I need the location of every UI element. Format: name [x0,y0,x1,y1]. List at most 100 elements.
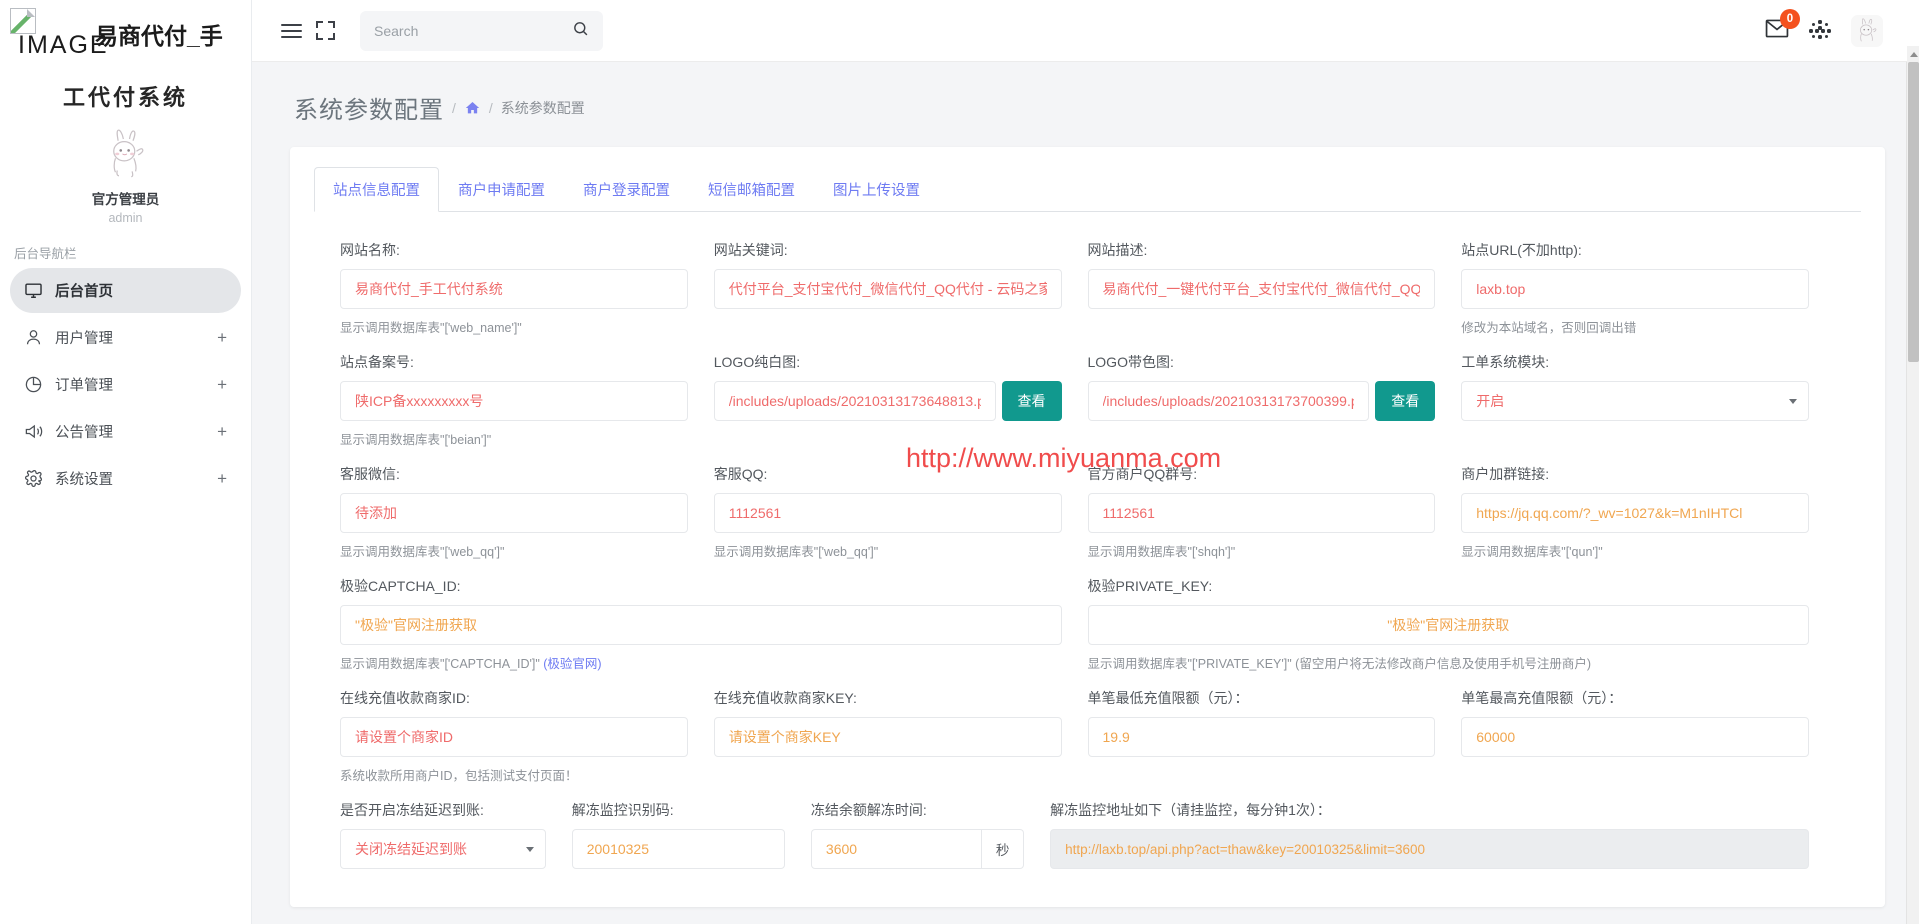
breadcrumb-separator: / [489,100,493,116]
field-max-recharge: 单笔最高充值限额（元）： [1461,688,1835,784]
settings-card: 站点信息配置 商户申请配置 商户登录配置 短信邮箱配置 图片上传设置 网站名称:… [290,147,1885,907]
page-header: 系统参数配置 / / 系统参数配置 [290,62,1885,147]
form-row-recharge: 在线充值收款商家ID: 系统收款所用商户ID，包括测试支付页面！ 在线充值收款商… [340,688,1835,784]
sidebar-item-expand[interactable]: + [217,329,227,346]
sidebar-item-dashboard[interactable]: 后台首页 [10,268,241,313]
breadcrumb-current: 系统参数配置 [501,98,585,118]
field-merchant-id: 在线充值收款商家ID: 系统收款所用商户ID，包括测试支付页面！ [340,688,714,784]
join-group-url-input[interactable] [1461,493,1809,533]
field-help: 显示调用数据库表"['shqh']" [1088,541,1436,560]
work-order-select[interactable]: 开启 关闭 [1461,381,1809,421]
menu-toggle-button[interactable] [274,14,308,48]
beian-input[interactable] [340,381,688,421]
site-url-input[interactable] [1461,269,1809,309]
field-min-recharge: 单笔最低充值限额（元）： [1088,688,1462,784]
search-icon[interactable] [572,20,589,42]
field-official-qq-group: 官方商户QQ群号: 显示调用数据库表"['shqh']" [1088,464,1462,560]
field-merchant-key: 在线充值收款商家KEY: [714,688,1088,784]
sidebar-item-system-settings[interactable]: 系统设置 + [10,456,241,501]
tab-site-info[interactable]: 站点信息配置 [314,167,439,212]
max-recharge-input[interactable] [1461,717,1809,757]
apps-grid-button[interactable] [1809,20,1831,42]
search-input[interactable] [374,23,572,39]
sidebar-brand[interactable]: IMAGE 易商代付_手 [0,0,251,62]
logo-white-view-button[interactable]: 查看 [1002,381,1062,421]
web-keywords-input[interactable] [714,269,1062,309]
merchant-key-input[interactable] [714,717,1062,757]
field-label: LOGO带色图: [1088,352,1436,372]
sidebar-item-user-management[interactable]: 用户管理 + [10,315,241,360]
field-thaw-url: 解冻监控地址如下（请挂监控，每分钟1次）： [1050,800,1835,869]
field-help: 系统收款所用商户ID，包括测试支付页面！ [340,765,688,784]
avatar-wrapper [0,124,251,182]
captcha-id-input[interactable] [340,605,1062,645]
thaw-code-input[interactable] [572,829,785,869]
home-icon[interactable] [464,100,481,116]
kefu-qq-input[interactable] [714,493,1062,533]
web-description-input[interactable] [1088,269,1436,309]
tab-image-upload[interactable]: 图片上传设置 [814,167,939,212]
field-label: LOGO纯白图: [714,352,1062,372]
logo-color-input[interactable] [1088,381,1370,421]
site-info-form: 网站名称: 显示调用数据库表"['web_name']" 网站关键词: 网站描述… [316,212,1859,869]
avatar[interactable] [97,124,155,182]
official-qq-group-input[interactable] [1088,493,1436,533]
field-join-group-url: 商户加群链接: 显示调用数据库表"['qun']" [1461,464,1835,560]
tab-merchant-application[interactable]: 商户申请配置 [439,167,564,212]
field-help: 显示调用数据库表"['qun']" [1461,541,1809,560]
field-help: 显示调用数据库表"['CAPTCHA_ID']" (极验官网) [340,653,1062,672]
logo-white-input[interactable] [714,381,996,421]
form-row-captcha: 极验CAPTCHA_ID: 显示调用数据库表"['CAPTCHA_ID']" (… [340,576,1835,672]
field-label: 客服QQ: [714,464,1062,484]
sidebar-nav: 后台首页 用户管理 + 订单管理 + 公告管 [0,268,251,501]
tab-merchant-login[interactable]: 商户登录配置 [564,167,689,212]
geetest-official-link[interactable]: (极验官网) [543,657,601,671]
messages-button[interactable]: 0 [1765,19,1789,43]
merchant-id-input[interactable] [340,717,688,757]
form-row-freeze: 是否开启冻结延迟到账: 关闭冻结延迟到账 开启冻结延迟到账 解冻监控识别码: [340,800,1835,869]
form-row-logo: 站点备案号: 显示调用数据库表"['beian']" LOGO纯白图: 查看 [340,352,1835,448]
field-label: 极验CAPTCHA_ID: [340,576,1062,596]
field-label: 在线充值收款商家ID: [340,688,688,708]
nav-section-label: 后台导航栏 [0,225,251,268]
megaphone-icon [24,422,43,441]
thaw-time-unit: 秒 [982,829,1024,869]
search-box[interactable] [360,11,603,51]
thaw-url-input[interactable] [1050,829,1809,869]
sidebar-item-label: 后台首页 [55,280,215,301]
field-label: 站点备案号: [340,352,688,372]
min-recharge-input[interactable] [1088,717,1436,757]
fullscreen-button[interactable] [308,14,342,48]
field-label: 商户加群链接: [1461,464,1809,484]
sidebar-item-expand[interactable]: + [217,423,227,440]
field-help-text: 显示调用数据库表"['CAPTCHA_ID']" [340,657,543,671]
field-kefu-wechat: 客服微信: 显示调用数据库表"['web_qq']" [340,464,714,560]
tab-sms-email[interactable]: 短信邮箱配置 [689,167,814,212]
sidebar-item-expand[interactable]: + [217,470,227,487]
field-help: 显示调用数据库表"['PRIVATE_KEY']" (留空用户将无法修改商户信息… [1088,653,1810,672]
kefu-wechat-input[interactable] [340,493,688,533]
field-label: 网站关键词: [714,240,1062,260]
sidebar-item-order-management[interactable]: 订单管理 + [10,362,241,407]
logo-color-view-button[interactable]: 查看 [1375,381,1435,421]
hamburger-icon [281,20,302,42]
sidebar: IMAGE 易商代付_手 工代付系统 [0,0,252,924]
pie-chart-icon [24,375,43,394]
sidebar-item-announcement-management[interactable]: 公告管理 + [10,409,241,454]
field-label: 单笔最低充值限额（元）： [1088,688,1436,708]
field-kefu-qq: 客服QQ: 显示调用数据库表"['web_qq']" [714,464,1088,560]
profile-avatar-button[interactable] [1851,15,1883,47]
field-site-url: 站点URL(不加http): 修改为本站域名，否则回调出错 [1461,240,1835,336]
web-name-input[interactable] [340,269,688,309]
private-key-input[interactable] [1088,605,1810,645]
rabbit-avatar-icon [98,125,154,181]
field-label: 解冻监控识别码: [572,800,785,820]
monitor-icon [24,281,43,300]
thaw-time-input[interactable] [811,829,982,869]
field-label: 网站名称: [340,240,688,260]
sidebar-item-expand[interactable]: + [217,376,227,393]
scroll-up-arrow[interactable] [1907,46,1919,62]
field-label: 极验PRIVATE_KEY: [1088,576,1810,596]
topbar-actions: 0 [1765,15,1919,47]
freeze-delay-select[interactable]: 关闭冻结延迟到账 开启冻结延迟到账 [340,829,546,869]
